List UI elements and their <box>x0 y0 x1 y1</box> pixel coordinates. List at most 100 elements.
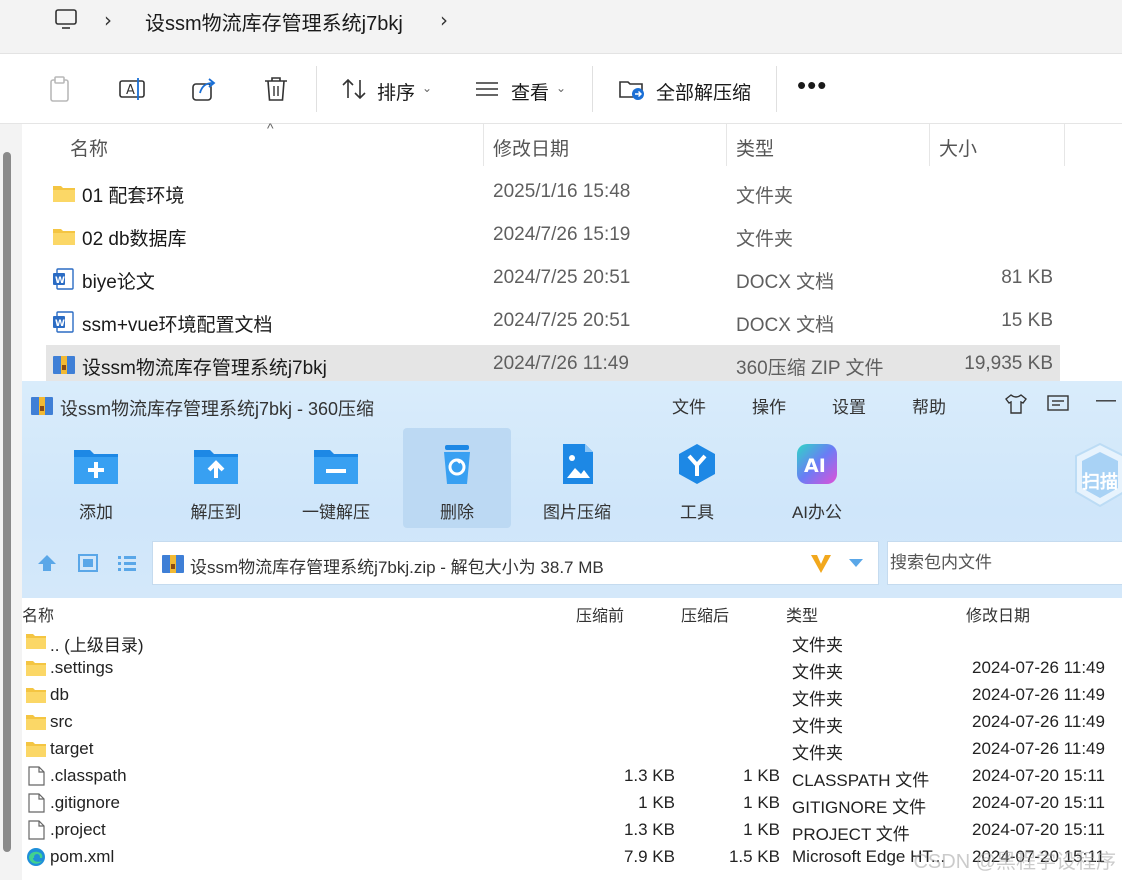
extract-folder-icon[interactable] <box>618 74 646 104</box>
sort-button[interactable]: 排序 <box>377 78 415 105</box>
one-click-extract-button[interactable]: 一键解压 <box>282 428 390 528</box>
archive-entry-name: pom.xml <box>50 847 115 866</box>
more-options-icon[interactable]: ••• <box>797 70 827 101</box>
column-divider[interactable] <box>726 124 727 166</box>
archive-entry-after: 1 KB <box>743 766 780 785</box>
file-name: 02 db数据库 <box>82 229 187 250</box>
menu-help[interactable]: 帮助 <box>912 393 946 418</box>
file-row[interactable]: W biye论文 2024/7/25 20:51 DOCX 文档 81 KB <box>46 259 1060 299</box>
sort-icon[interactable] <box>340 74 368 104</box>
add-button[interactable]: 添加 <box>42 428 150 528</box>
archive-row[interactable]: .gitignore 1 KB 1 KB GITIGNORE 文件 2024-0… <box>22 790 1122 817</box>
file-icon <box>28 820 45 840</box>
archive-entry-modified: 2024-07-26 11:49 <box>972 685 1105 704</box>
archive-row[interactable]: .. (上级目录) 文件夹 <box>22 628 1122 655</box>
image-compress-button[interactable]: 图片压缩 <box>523 428 631 528</box>
archive-row[interactable]: db 文件夹 2024-07-26 11:49 <box>22 682 1122 709</box>
list-view-icon[interactable] <box>116 553 138 573</box>
file-row[interactable]: 02 db数据库 2024/7/26 15:19 文件夹 <box>46 216 1060 256</box>
one-click-extract-icon <box>314 450 358 484</box>
extract-all-button[interactable]: 全部解压缩 <box>656 78 751 105</box>
archive-search-box[interactable] <box>887 541 1122 585</box>
recycle-bin-icon <box>444 445 470 484</box>
scrollbar-thumb[interactable] <box>3 152 11 852</box>
archive-row[interactable]: .settings 文件夹 2024-07-26 11:49 <box>22 655 1122 682</box>
archive-entry-name: target <box>50 739 94 758</box>
file-row[interactable]: W ssm+vue环境配置文档 2024/7/25 20:51 DOCX 文档 … <box>46 302 1060 342</box>
share-icon[interactable] <box>190 74 218 104</box>
column-header-size[interactable]: 大小 <box>939 134 977 161</box>
menu-settings[interactable]: 设置 <box>832 393 866 418</box>
column-header-before[interactable]: 压缩前 <box>576 602 624 626</box>
folder-icon <box>26 661 46 676</box>
breadcrumb-folder[interactable]: 设ssm物流库存管理系统j7bkj <box>145 7 403 36</box>
file-name: 01 配套环境 <box>82 186 185 207</box>
menu-operate[interactable]: 操作 <box>752 393 786 418</box>
rename-icon[interactable]: A <box>118 74 146 104</box>
menu-file[interactable]: 文件 <box>672 393 706 418</box>
archive-row[interactable]: target 文件夹 2024-07-26 11:49 <box>22 736 1122 763</box>
archive-search-input[interactable] <box>888 542 1122 584</box>
column-header-name[interactable]: 名称 <box>70 134 108 161</box>
word-doc-icon: W <box>53 311 74 333</box>
scan-button[interactable]: 扫描 <box>1068 428 1122 528</box>
file-row-selected[interactable]: 设ssm物流库存管理系统j7bkj 2024/7/26 11:49 360压缩 … <box>46 345 1060 385</box>
archive-entry-before: 1 KB <box>638 793 675 812</box>
navigation-pane-scrollbar[interactable] <box>0 124 22 880</box>
delete-label: 删除 <box>440 503 474 522</box>
archive-row[interactable]: .classpath 1.3 KB 1 KB CLASSPATH 文件 2024… <box>22 763 1122 790</box>
archiver-ribbon: 设ssm物流库存管理系统j7bkj - 360压缩 文件 操作 设置 帮助 — … <box>22 381 1122 598</box>
archive-entry-after: 1.5 KB <box>728 847 780 866</box>
tools-button[interactable]: 工具 <box>643 428 751 528</box>
archive-entry-modified: 2024-07-20 15:11 <box>972 793 1105 812</box>
folder-icon <box>26 634 46 649</box>
address-bar: › 设ssm物流库存管理系统j7bkj › <box>0 0 1122 54</box>
column-header-type[interactable]: 类型 <box>786 602 818 626</box>
file-modified: 2024/7/25 20:51 <box>493 310 631 331</box>
vip-badge-icon[interactable] <box>809 553 833 575</box>
file-size: 81 KB <box>1001 267 1053 288</box>
view-icon[interactable] <box>473 74 501 104</box>
feedback-icon[interactable] <box>1046 393 1070 415</box>
delete-button[interactable]: 删除 <box>403 428 511 528</box>
column-header-name[interactable]: 名称 <box>22 602 54 626</box>
archive-path-bar[interactable]: 设ssm物流库存管理系统j7bkj.zip - 解包大小为 38.7 MB <box>152 541 879 585</box>
minimize-button[interactable]: — <box>1096 389 1116 412</box>
one-click-extract-label: 一键解压 <box>302 503 370 522</box>
column-header-modified[interactable]: 修改日期 <box>493 134 569 161</box>
paste-icon[interactable] <box>46 74 74 104</box>
column-header-modified[interactable]: 修改日期 <box>966 602 1030 626</box>
folder-icon <box>26 715 46 730</box>
chevron-down-icon[interactable] <box>847 557 865 569</box>
column-header-type[interactable]: 类型 <box>736 134 774 161</box>
column-divider[interactable] <box>929 124 930 166</box>
ai-office-icon: AI <box>797 444 837 484</box>
column-header-after[interactable]: 压缩后 <box>681 602 729 626</box>
up-arrow-icon[interactable] <box>36 553 58 573</box>
file-size: 19,935 KB <box>964 353 1053 374</box>
archive-entry-before: 1.3 KB <box>623 766 675 785</box>
chevron-down-icon[interactable]: ⌄ <box>556 81 566 95</box>
chevron-down-icon[interactable]: ⌄ <box>422 81 432 95</box>
thumbnail-view-icon[interactable] <box>77 553 99 573</box>
column-divider[interactable] <box>483 124 484 166</box>
extract-to-button[interactable]: 解压到 <box>162 428 270 528</box>
archive-row[interactable]: .project 1.3 KB 1 KB PROJECT 文件 2024-07-… <box>22 817 1122 844</box>
trash-icon[interactable] <box>262 74 290 104</box>
this-pc-icon[interactable] <box>54 8 78 30</box>
file-row[interactable]: 01 配套环境 2025/1/16 15:48 文件夹 <box>46 173 1060 213</box>
skin-shirt-icon[interactable] <box>1004 393 1028 415</box>
view-button[interactable]: 查看 <box>511 78 549 105</box>
file-type: DOCX 文档 <box>736 272 835 293</box>
breadcrumb-chevron-icon[interactable]: › <box>440 8 448 32</box>
archive-entry-before: 7.9 KB <box>623 847 675 866</box>
archive-entry-name: .. (上级目录) <box>50 636 144 655</box>
ai-office-button[interactable]: AI AI办公 <box>763 428 871 528</box>
archive-row[interactable]: src 文件夹 2024-07-26 11:49 <box>22 709 1122 736</box>
file-type: 360压缩 ZIP 文件 <box>736 358 884 379</box>
column-divider[interactable] <box>1064 124 1065 166</box>
file-icon <box>28 766 45 786</box>
toolbar-divider <box>592 66 593 112</box>
breadcrumb-chevron-icon[interactable]: › <box>104 8 112 32</box>
folder-icon <box>26 742 46 757</box>
